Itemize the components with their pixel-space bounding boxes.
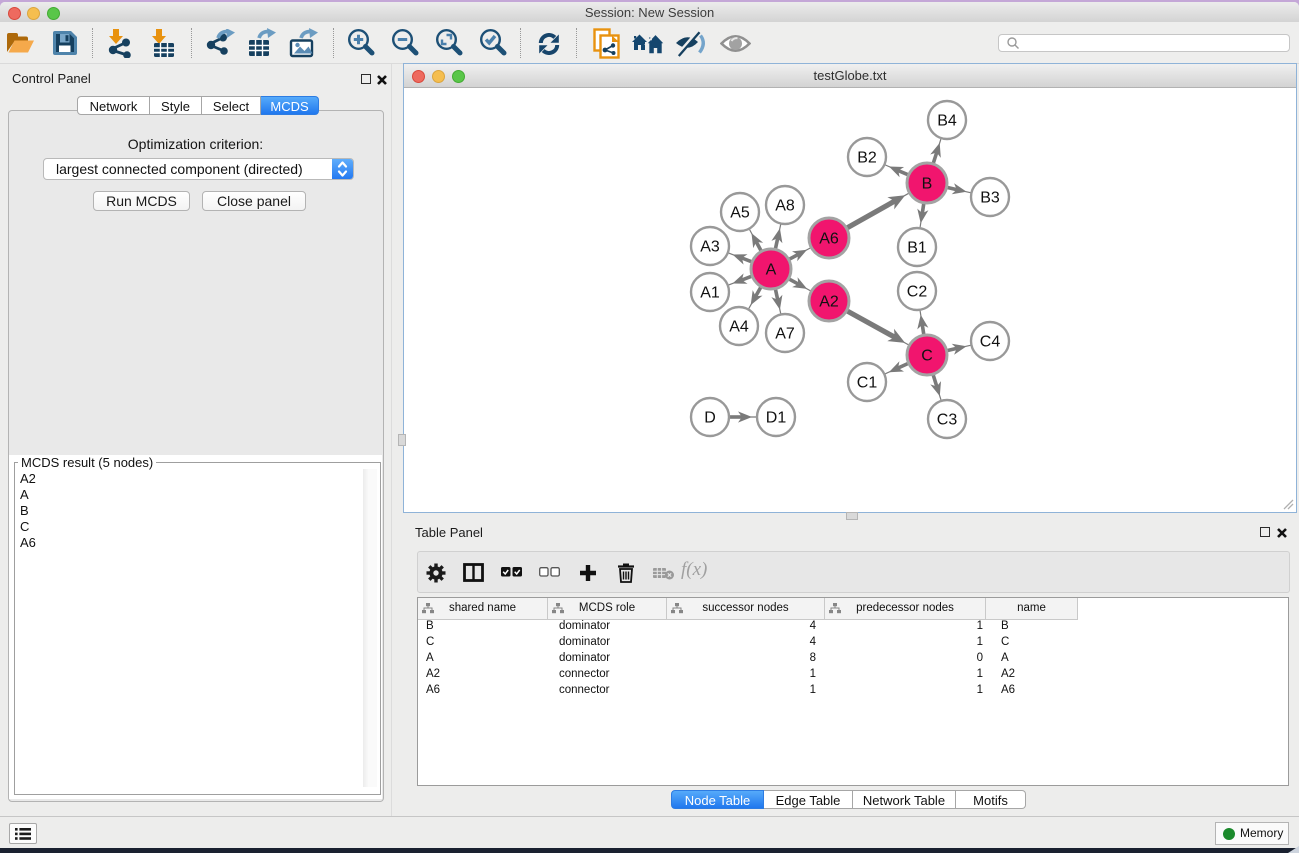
svg-text:A1: A1 (700, 285, 720, 302)
svg-text:B: B (922, 176, 933, 193)
svg-text:B1: B1 (907, 240, 927, 257)
svg-text:D1: D1 (766, 410, 787, 427)
svg-text:D: D (704, 410, 716, 427)
svg-text:A4: A4 (729, 319, 749, 336)
svg-text:A7: A7 (775, 326, 795, 343)
svg-text:C1: C1 (857, 375, 878, 392)
svg-text:A6: A6 (819, 231, 839, 248)
svg-text:B3: B3 (980, 190, 1000, 207)
svg-text:A5: A5 (730, 205, 750, 222)
svg-text:C4: C4 (980, 334, 1001, 351)
svg-text:C3: C3 (937, 412, 958, 429)
svg-text:C2: C2 (907, 284, 928, 301)
svg-text:C: C (921, 348, 933, 365)
svg-text:A: A (766, 262, 777, 279)
svg-text:B2: B2 (857, 150, 877, 167)
svg-text:B4: B4 (937, 113, 957, 130)
svg-text:A3: A3 (700, 239, 720, 256)
svg-text:A2: A2 (819, 294, 839, 311)
svg-text:A8: A8 (775, 198, 795, 215)
